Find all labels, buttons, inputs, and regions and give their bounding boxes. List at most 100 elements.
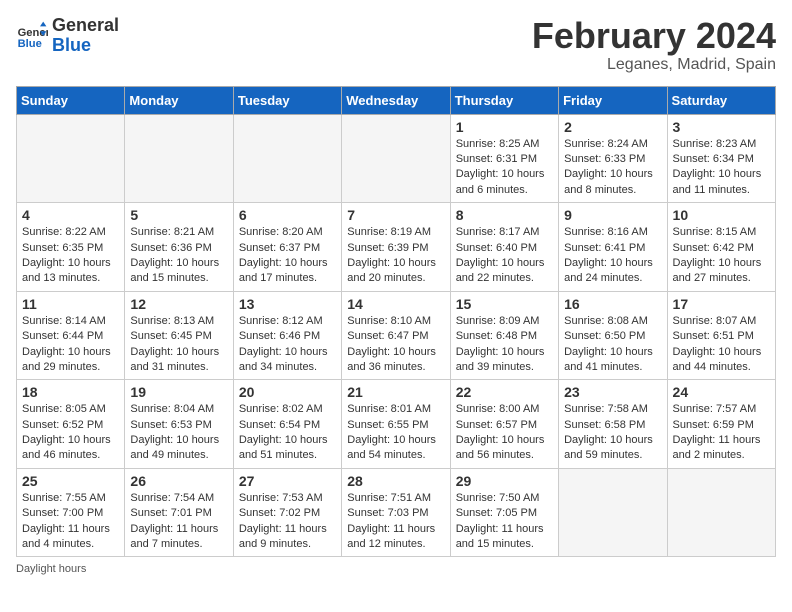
day-info: Sunrise: 8:10 AM Sunset: 6:47 PM Dayligh…	[347, 314, 444, 376]
day-number: 17	[673, 296, 770, 312]
calendar-cell: 18 Sunrise: 8:05 AM Sunset: 6:52 PM Dayli…	[17, 380, 125, 469]
week-row-2: 4 Sunrise: 8:22 AM Sunset: 6:35 PM Daylig…	[17, 203, 776, 292]
weekday-header-monday: Monday	[125, 86, 233, 114]
day-number: 25	[22, 473, 119, 489]
day-number: 19	[130, 384, 227, 400]
calendar-cell: 19 Sunrise: 8:04 AM Sunset: 6:53 PM Dayli…	[125, 380, 233, 469]
day-number: 9	[564, 207, 661, 223]
day-number: 12	[130, 296, 227, 312]
day-number: 13	[239, 296, 336, 312]
calendar-cell: 16Sunrise: 8:08 AM Sunset: 6:50 PM Dayli…	[559, 291, 667, 380]
calendar-cell	[125, 114, 233, 203]
day-info: Sunrise: 8:12 AM Sunset: 6:46 PM Dayligh…	[239, 314, 336, 376]
calendar-cell: 24 Sunrise: 7:57 AM Sunset: 6:59 PM Dayli…	[667, 380, 775, 469]
calendar-cell	[233, 114, 341, 203]
day-info: Sunrise: 8:22 AM Sunset: 6:35 PM Dayligh…	[22, 225, 119, 287]
weekday-header-wednesday: Wednesday	[342, 86, 450, 114]
day-number: 4	[22, 207, 119, 223]
day-number: 1	[456, 119, 553, 135]
weekday-header-thursday: Thursday	[450, 86, 558, 114]
day-info: Sunrise: 7:58 AM Sunset: 6:58 PM Dayligh…	[564, 402, 661, 464]
calendar-cell: 27 Sunrise: 7:53 AM Sunset: 7:02 PM Dayli…	[233, 468, 341, 557]
day-info: Sunrise: 8:05 AM Sunset: 6:52 PM Dayligh…	[22, 402, 119, 464]
day-number: 28	[347, 473, 444, 489]
day-number: 15	[456, 296, 553, 312]
day-number: 2	[564, 119, 661, 135]
day-info: Sunrise: 8:13 AM Sunset: 6:45 PM Dayligh…	[130, 314, 227, 376]
calendar-cell: 20Sunrise: 8:02 AM Sunset: 6:54 PM Dayli…	[233, 380, 341, 469]
day-info: Sunrise: 8:21 AM Sunset: 6:36 PM Dayligh…	[130, 225, 227, 287]
calendar-cell: 12 Sunrise: 8:13 AM Sunset: 6:45 PM Dayli…	[125, 291, 233, 380]
day-info: Sunrise: 8:20 AM Sunset: 6:37 PM Dayligh…	[239, 225, 336, 287]
day-number: 6	[239, 207, 336, 223]
calendar-subtitle: Leganes, Madrid, Spain	[532, 56, 776, 74]
calendar-cell: 25 Sunrise: 7:55 AM Sunset: 7:00 PM Dayli…	[17, 468, 125, 557]
page-header: General Blue General Blue February 2024 …	[16, 16, 776, 74]
logo: General Blue General Blue	[16, 16, 119, 56]
day-info: Sunrise: 7:51 AM Sunset: 7:03 PM Dayligh…	[347, 491, 444, 553]
week-row-3: 11 Sunrise: 8:14 AM Sunset: 6:44 PM Dayli…	[17, 291, 776, 380]
day-number: 10	[673, 207, 770, 223]
calendar-cell: 14 Sunrise: 8:10 AM Sunset: 6:47 PM Dayli…	[342, 291, 450, 380]
weekday-header-saturday: Saturday	[667, 86, 775, 114]
calendar-cell: 29Sunrise: 7:50 AM Sunset: 7:05 PM Dayli…	[450, 468, 558, 557]
day-info: Sunrise: 8:09 AM Sunset: 6:48 PM Dayligh…	[456, 314, 553, 376]
calendar-cell: 17 Sunrise: 8:07 AM Sunset: 6:51 PM Dayli…	[667, 291, 775, 380]
svg-text:Blue: Blue	[18, 38, 42, 50]
calendar-cell: 9 Sunrise: 8:16 AM Sunset: 6:41 PM Daylig…	[559, 203, 667, 292]
week-row-4: 18 Sunrise: 8:05 AM Sunset: 6:52 PM Dayli…	[17, 380, 776, 469]
day-number: 14	[347, 296, 444, 312]
calendar-cell: 15 Sunrise: 8:09 AM Sunset: 6:48 PM Dayli…	[450, 291, 558, 380]
day-info: Sunrise: 7:55 AM Sunset: 7:00 PM Dayligh…	[22, 491, 119, 553]
footer: Daylight hours	[16, 563, 776, 575]
day-number: 5	[130, 207, 227, 223]
day-number: 7	[347, 207, 444, 223]
day-number: 18	[22, 384, 119, 400]
calendar-cell: 21Sunrise: 8:01 AM Sunset: 6:55 PM Dayli…	[342, 380, 450, 469]
calendar-table: SundayMondayTuesdayWednesdayThursdayFrid…	[16, 86, 776, 558]
calendar-cell: 23 Sunrise: 7:58 AM Sunset: 6:58 PM Dayli…	[559, 380, 667, 469]
day-info: Sunrise: 7:53 AM Sunset: 7:02 PM Dayligh…	[239, 491, 336, 553]
logo-icon: General Blue	[16, 20, 48, 52]
weekday-header-tuesday: Tuesday	[233, 86, 341, 114]
title-area: February 2024 Leganes, Madrid, Spain	[532, 16, 776, 74]
day-info: Sunrise: 7:57 AM Sunset: 6:59 PM Dayligh…	[673, 402, 770, 464]
day-info: Sunrise: 8:00 AM Sunset: 6:57 PM Dayligh…	[456, 402, 553, 464]
day-number: 27	[239, 473, 336, 489]
day-info: Sunrise: 8:25 AM Sunset: 6:31 PM Dayligh…	[456, 137, 553, 199]
day-number: 26	[130, 473, 227, 489]
day-number: 23	[564, 384, 661, 400]
day-number: 21	[347, 384, 444, 400]
logo-general-text: General	[52, 16, 119, 36]
calendar-cell: 4 Sunrise: 8:22 AM Sunset: 6:35 PM Daylig…	[17, 203, 125, 292]
calendar-cell	[17, 114, 125, 203]
day-number: 8	[456, 207, 553, 223]
day-info: Sunrise: 8:15 AM Sunset: 6:42 PM Dayligh…	[673, 225, 770, 287]
day-info: Sunrise: 7:54 AM Sunset: 7:01 PM Dayligh…	[130, 491, 227, 553]
week-row-1: 1 Sunrise: 8:25 AM Sunset: 6:31 PM Daylig…	[17, 114, 776, 203]
day-number: 11	[22, 296, 119, 312]
calendar-cell: 22Sunrise: 8:00 AM Sunset: 6:57 PM Dayli…	[450, 380, 558, 469]
day-number: 29	[456, 473, 553, 489]
calendar-cell: 5 Sunrise: 8:21 AM Sunset: 6:36 PM Daylig…	[125, 203, 233, 292]
day-number: 20	[239, 384, 336, 400]
calendar-cell: 11 Sunrise: 8:14 AM Sunset: 6:44 PM Dayli…	[17, 291, 125, 380]
day-number: 24	[673, 384, 770, 400]
day-info: Sunrise: 8:23 AM Sunset: 6:34 PM Dayligh…	[673, 137, 770, 199]
day-info: Sunrise: 8:07 AM Sunset: 6:51 PM Dayligh…	[673, 314, 770, 376]
calendar-cell	[667, 468, 775, 557]
calendar-title: February 2024	[532, 16, 776, 56]
calendar-cell: 3 Sunrise: 8:23 AM Sunset: 6:34 PM Daylig…	[667, 114, 775, 203]
calendar-cell: 7Sunrise: 8:19 AM Sunset: 6:39 PM Daylig…	[342, 203, 450, 292]
weekday-header-sunday: Sunday	[17, 86, 125, 114]
logo-blue-text: Blue	[52, 36, 119, 56]
day-number: 3	[673, 119, 770, 135]
day-info: Sunrise: 8:04 AM Sunset: 6:53 PM Dayligh…	[130, 402, 227, 464]
day-info: Sunrise: 8:16 AM Sunset: 6:41 PM Dayligh…	[564, 225, 661, 287]
calendar-cell: 2Sunrise: 8:24 AM Sunset: 6:33 PM Daylig…	[559, 114, 667, 203]
day-info: Sunrise: 8:17 AM Sunset: 6:40 PM Dayligh…	[456, 225, 553, 287]
day-info: Sunrise: 8:14 AM Sunset: 6:44 PM Dayligh…	[22, 314, 119, 376]
calendar-cell: 13 Sunrise: 8:12 AM Sunset: 6:46 PM Dayli…	[233, 291, 341, 380]
day-info: Sunrise: 8:08 AM Sunset: 6:50 PM Dayligh…	[564, 314, 661, 376]
calendar-cell	[342, 114, 450, 203]
